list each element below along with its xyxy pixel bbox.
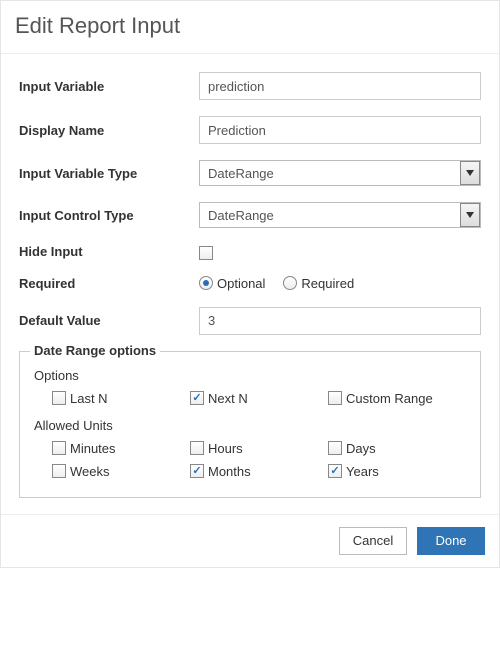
- radio-icon: [199, 276, 213, 290]
- dialog-title: Edit Report Input: [1, 1, 499, 54]
- checkbox-label: Months: [208, 464, 251, 479]
- chevron-down-icon: [460, 161, 480, 185]
- checkbox-icon: [52, 441, 66, 455]
- input-variable-label: Input Variable: [19, 79, 199, 94]
- hide-input-row: Hide Input: [19, 244, 481, 260]
- unit-hours[interactable]: Hours: [190, 441, 328, 456]
- checkbox-label: Next N: [208, 391, 248, 406]
- input-control-type-label: Input Control Type: [19, 208, 199, 223]
- done-button[interactable]: Done: [417, 527, 485, 555]
- date-range-options-legend: Date Range options: [30, 343, 160, 358]
- option-next-n[interactable]: Next N: [190, 391, 328, 406]
- input-control-type-value: DateRange: [199, 202, 481, 228]
- option-custom-range[interactable]: Custom Range: [328, 391, 466, 406]
- radio-label: Optional: [217, 276, 265, 291]
- chevron-down-icon: [460, 203, 480, 227]
- checkbox-label: Years: [346, 464, 379, 479]
- checkbox-label: Custom Range: [346, 391, 433, 406]
- hide-input-checkbox[interactable]: [199, 246, 213, 260]
- checkbox-icon: [190, 391, 204, 405]
- checkbox-icon: [328, 464, 342, 478]
- checkbox-icon: [328, 441, 342, 455]
- default-value-row: Default Value: [19, 307, 481, 335]
- allowed-units-group-label: Allowed Units: [34, 418, 466, 433]
- unit-weeks[interactable]: Weeks: [52, 464, 190, 479]
- input-variable-row: Input Variable: [19, 72, 481, 100]
- checkbox-icon: [52, 391, 66, 405]
- required-optional-radio[interactable]: Optional: [199, 276, 265, 291]
- radio-icon: [283, 276, 297, 290]
- checkbox-label: Weeks: [70, 464, 110, 479]
- unit-months[interactable]: Months: [190, 464, 328, 479]
- checkbox-icon: [190, 464, 204, 478]
- checkbox-icon: [328, 391, 342, 405]
- input-variable-type-label: Input Variable Type: [19, 166, 199, 181]
- input-variable-type-select[interactable]: DateRange: [199, 160, 481, 186]
- default-value-label: Default Value: [19, 313, 199, 328]
- checkbox-label: Hours: [208, 441, 243, 456]
- input-variable-field[interactable]: [199, 72, 481, 100]
- unit-days[interactable]: Days: [328, 441, 466, 456]
- input-control-type-select[interactable]: DateRange: [199, 202, 481, 228]
- dialog-footer: Cancel Done: [1, 514, 499, 567]
- dialog-body: Input Variable Display Name Input Variab…: [1, 54, 499, 514]
- checkbox-icon: [52, 464, 66, 478]
- unit-years[interactable]: Years: [328, 464, 466, 479]
- required-label: Required: [19, 276, 199, 291]
- input-variable-type-value: DateRange: [199, 160, 481, 186]
- hide-input-label: Hide Input: [19, 244, 199, 259]
- input-control-type-row: Input Control Type DateRange: [19, 202, 481, 228]
- display-name-label: Display Name: [19, 123, 199, 138]
- radio-label: Required: [301, 276, 354, 291]
- checkbox-label: Last N: [70, 391, 108, 406]
- option-last-n[interactable]: Last N: [52, 391, 190, 406]
- date-range-options-fieldset: Date Range options Options Last N Next N…: [19, 351, 481, 498]
- checkbox-label: Days: [346, 441, 376, 456]
- display-name-field[interactable]: [199, 116, 481, 144]
- required-row: Required Optional Required: [19, 276, 481, 291]
- checkbox-label: Minutes: [70, 441, 116, 456]
- required-required-radio[interactable]: Required: [283, 276, 354, 291]
- cancel-button[interactable]: Cancel: [339, 527, 407, 555]
- checkbox-icon: [190, 441, 204, 455]
- edit-report-input-dialog: Edit Report Input Input Variable Display…: [0, 0, 500, 568]
- unit-minutes[interactable]: Minutes: [52, 441, 190, 456]
- default-value-field[interactable]: [199, 307, 481, 335]
- input-variable-type-row: Input Variable Type DateRange: [19, 160, 481, 186]
- options-group-label: Options: [34, 368, 466, 383]
- display-name-row: Display Name: [19, 116, 481, 144]
